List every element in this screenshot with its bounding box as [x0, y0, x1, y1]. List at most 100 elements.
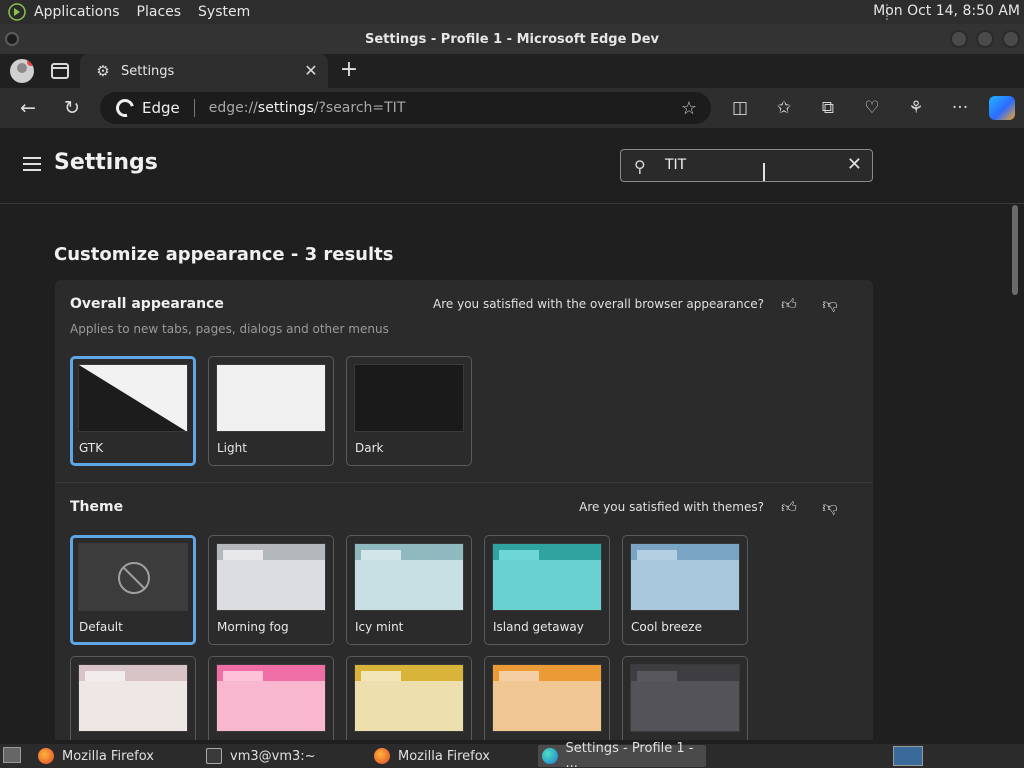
theme-preview	[216, 543, 326, 611]
close-window-button[interactable]	[1002, 30, 1020, 48]
thumbs-down-icon[interactable]: 👎︎	[820, 294, 840, 314]
clear-search-icon[interactable]: ✕	[847, 154, 862, 175]
window-titlebar[interactable]: Settings - Profile 1 - Microsoft Edge De…	[0, 24, 1024, 54]
theme-option-row2-4[interactable]	[484, 656, 610, 740]
window-title: Settings - Profile 1 - Microsoft Edge De…	[364, 31, 660, 47]
theme-preview	[492, 664, 602, 732]
overall-appearance-title: Overall appearance	[70, 296, 224, 312]
hamburger-menu-icon[interactable]	[23, 157, 41, 171]
results-title: Customize appearance - 3 results	[54, 244, 394, 265]
theme-option-row2-3[interactable]	[346, 656, 472, 740]
theme-option-icy-mint[interactable]: Icy mint	[346, 535, 472, 645]
appearance-option-gtk[interactable]: GTK	[70, 356, 196, 466]
url-host: edge://	[208, 100, 258, 116]
option-label: GTK	[79, 441, 104, 455]
appearance-card: Overall appearance Applies to new tabs, …	[55, 280, 873, 740]
taskbar-item-firefox-2[interactable]: Mozilla Firefox	[374, 745, 534, 767]
search-value[interactable]: TIT	[665, 157, 686, 173]
option-label: Light	[217, 441, 247, 455]
option-label: Dark	[355, 441, 384, 455]
add-favorite-star-icon[interactable]: ☆	[681, 98, 697, 119]
taskbar-item-firefox[interactable]: Mozilla Firefox	[38, 745, 198, 767]
edge-logo-icon	[112, 95, 138, 121]
more-options-icon[interactable]: ···	[949, 97, 971, 119]
theme-option-morning-fog[interactable]: Morning fog	[208, 535, 334, 645]
firefox-icon	[38, 748, 54, 764]
gtk-preview	[78, 364, 188, 432]
browser-essentials-icon[interactable]: ♡	[861, 97, 883, 119]
theme-preview	[630, 664, 740, 732]
tab-actions-icon[interactable]	[51, 63, 69, 79]
workspace-switcher[interactable]	[893, 746, 923, 766]
menu-places[interactable]: Places	[137, 4, 182, 20]
overall-feedback-question: Are you satisfied with the overall brows…	[433, 297, 764, 311]
refresh-icon[interactable]: ↻	[61, 97, 83, 119]
address-brand: Edge	[142, 99, 180, 117]
theme-preview	[492, 543, 602, 611]
theme-title: Theme	[70, 499, 124, 515]
menu-applications[interactable]: Applications	[34, 4, 120, 20]
split-screen-icon[interactable]: ◫	[729, 97, 751, 119]
extensions-icon[interactable]: ⚘	[905, 97, 927, 119]
theme-option-default[interactable]: Default	[70, 535, 196, 645]
theme-option-row2-2[interactable]	[208, 656, 334, 740]
page-scrollbar[interactable]	[1010, 205, 1020, 740]
no-theme-icon	[118, 562, 150, 594]
show-desktop-icon[interactable]	[3, 747, 21, 763]
thumbs-up-icon[interactable]: 👍︎	[779, 294, 799, 314]
taskbar: Mozilla Firefox vm3@vm3:~ Mozilla Firefo…	[0, 741, 1024, 768]
tab-settings[interactable]: ⚙ Settings ✕	[80, 54, 328, 88]
url-path: settings	[257, 100, 314, 116]
taskbar-label: Settings - Profile 1 - ...	[565, 741, 694, 768]
theme-preview	[78, 543, 188, 611]
favorites-icon[interactable]: ✩	[773, 97, 795, 119]
address-separator	[193, 99, 195, 117]
taskbar-label: vm3@vm3:~	[230, 748, 316, 764]
theme-option-row2-1[interactable]	[70, 656, 196, 740]
theme-option-island-getaway[interactable]: Island getaway	[484, 535, 610, 645]
copilot-icon[interactable]	[989, 96, 1015, 120]
option-label: Default	[79, 620, 123, 634]
applications-logo-icon[interactable]	[8, 3, 26, 21]
taskbar-item-edge-settings[interactable]: Settings - Profile 1 - ...	[538, 741, 706, 768]
overall-appearance-subtitle: Applies to new tabs, pages, dialogs and …	[70, 322, 389, 336]
settings-header: Settings ⚲ TIT ✕	[0, 128, 1024, 204]
dark-preview	[354, 364, 464, 432]
window-menu-button[interactable]	[5, 32, 19, 46]
back-arrow-icon[interactable]: ←	[17, 97, 39, 119]
search-icon: ⚲	[634, 157, 646, 176]
theme-preview	[630, 543, 740, 611]
clock[interactable]: Mon Oct 14, 8:50 AM	[873, 3, 1020, 19]
collections-icon[interactable]: ⧉	[817, 97, 839, 119]
text-cursor	[763, 163, 765, 181]
menu-system[interactable]: System	[198, 4, 250, 20]
appearance-option-light[interactable]: Light	[208, 356, 334, 466]
new-tab-button[interactable]: +	[338, 59, 360, 81]
theme-option-row2-5[interactable]	[622, 656, 748, 740]
maximize-button[interactable]	[976, 30, 994, 48]
taskbar-label: Mozilla Firefox	[398, 748, 490, 764]
appearance-option-dark[interactable]: Dark	[346, 356, 472, 466]
theme-preview	[354, 664, 464, 732]
option-label: Icy mint	[355, 620, 404, 634]
thumbs-up-icon[interactable]: 👍︎	[779, 497, 799, 517]
url-query: /?search=TIT	[313, 100, 406, 116]
close-tab-icon[interactable]: ✕	[302, 62, 320, 80]
browser-toolbar: ← ↻ Edge edge:// settings /?search=TIT ☆…	[0, 88, 1024, 128]
minimize-button[interactable]	[950, 30, 968, 48]
profile-avatar[interactable]	[10, 59, 34, 83]
scrollbar-thumb[interactable]	[1012, 205, 1018, 295]
thumbs-down-icon[interactable]: 👎︎	[820, 497, 840, 517]
theme-preview	[78, 664, 188, 732]
tab-strip: ⚙ Settings ✕ +	[0, 54, 1024, 88]
theme-feedback-question: Are you satisfied with themes?	[579, 500, 764, 514]
address-bar[interactable]: Edge edge:// settings /?search=TIT ☆	[100, 92, 711, 124]
theme-preview	[354, 543, 464, 611]
top-panel: Applications Places System Mon Oct 14, 8…	[0, 0, 1024, 24]
taskbar-item-terminal[interactable]: vm3@vm3:~	[206, 745, 366, 767]
theme-option-cool-breeze[interactable]: Cool breeze	[622, 535, 748, 645]
light-preview	[216, 364, 326, 432]
firefox-icon	[374, 748, 390, 764]
taskbar-label: Mozilla Firefox	[62, 748, 154, 764]
settings-search-input[interactable]: ⚲ TIT ✕	[620, 149, 873, 182]
